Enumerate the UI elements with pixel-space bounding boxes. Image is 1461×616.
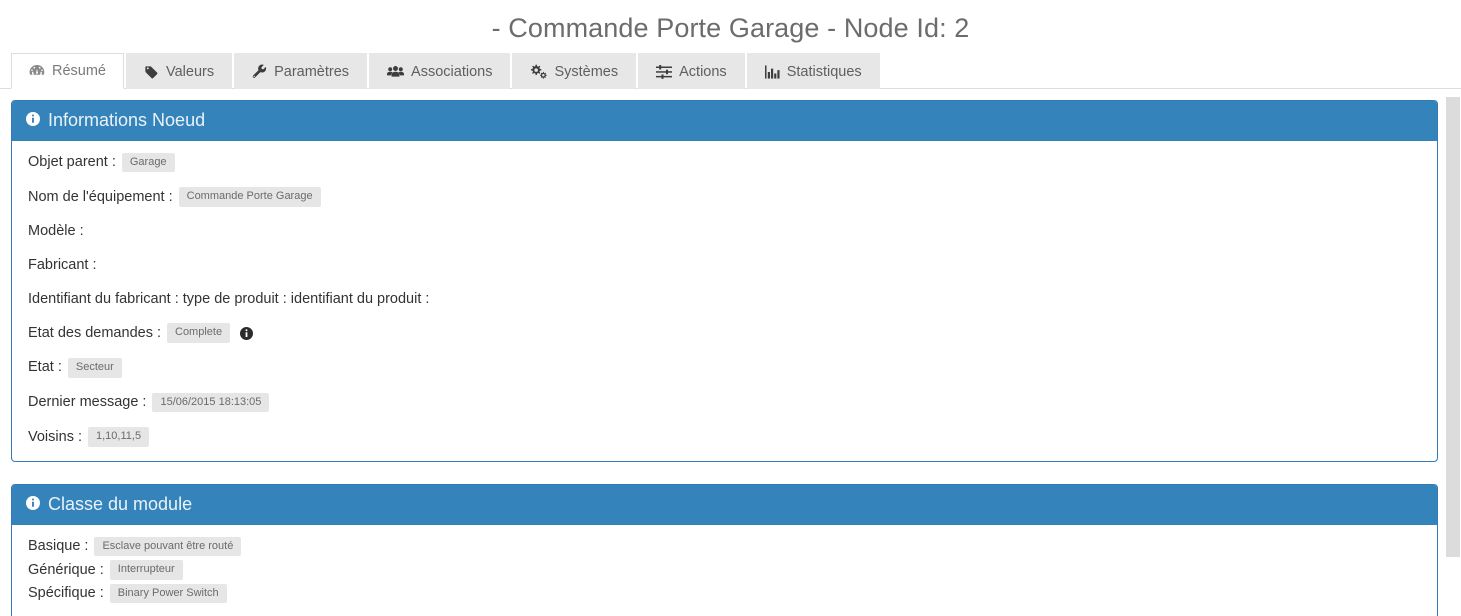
- panel-informations-noeud: Informations Noeud Objet parent : Garage…: [11, 100, 1438, 462]
- dashboard-icon: [29, 64, 45, 78]
- vertical-scrollbar[interactable]: [1445, 89, 1461, 616]
- row-label: Dernier message :: [28, 394, 147, 411]
- row-label: Nom de l'équipement :: [28, 188, 173, 205]
- panel-body-informations-noeud: Objet parent : Garage Nom de l'équipemen…: [12, 141, 1437, 461]
- tab-label: Résumé: [52, 63, 106, 79]
- row-value: 15/06/2015 18:13:05: [152, 392, 270, 413]
- row-nom-equipement: Nom de l'équipement : Commande Porte Gar…: [28, 187, 1421, 207]
- tab-associations[interactable]: Associations: [369, 53, 511, 89]
- row-label: Etat des demandes :: [28, 324, 161, 341]
- row-label: Générique :: [28, 561, 104, 578]
- row-etat-demandes: Etat des demandes : Complete: [28, 323, 1421, 344]
- tab-label: Statistiques: [786, 63, 862, 80]
- tab-label: Actions: [679, 63, 727, 80]
- row-etat: Etat : Secteur: [28, 358, 1421, 378]
- row-label: Voisins :: [28, 428, 82, 445]
- row-specifique: Spécifique : Binary Power Switch: [28, 583, 1421, 604]
- row-modele: Modèle :: [28, 222, 1421, 241]
- row-value: Commande Porte Garage: [178, 187, 321, 207]
- info-circle-icon: [26, 494, 40, 516]
- tab-content-resume: Informations Noeud Objet parent : Garage…: [0, 89, 1461, 616]
- info-circle-icon: [26, 110, 40, 132]
- tab-bar: Résumé Valeurs Paramètres Associations S…: [0, 52, 1461, 89]
- tab-label: Paramètres: [274, 63, 350, 80]
- row-objet-parent: Objet parent : Garage: [28, 152, 1421, 173]
- tab-label: Systèmes: [554, 63, 619, 80]
- info-circle-icon[interactable]: [240, 326, 254, 340]
- bar-chart-icon: [764, 64, 780, 79]
- row-value: Complete: [167, 323, 231, 344]
- row-basique: Basique : Esclave pouvant être routé: [28, 536, 1421, 557]
- row-label: Modèle :: [28, 222, 84, 239]
- tab-resume[interactable]: Résumé: [11, 53, 124, 89]
- tab-systemes[interactable]: Systèmes: [512, 53, 637, 89]
- wrench-icon: [252, 64, 267, 79]
- tab-parametres[interactable]: Paramètres: [234, 53, 368, 89]
- users-icon: [387, 65, 405, 79]
- row-value: Secteur: [67, 358, 122, 378]
- row-label: Identifiant du fabricant : type de produ…: [28, 290, 430, 307]
- panel-classe-du-module: Classe du module Basique : Esclave pouva…: [11, 483, 1438, 616]
- tab-label: Valeurs: [166, 63, 215, 80]
- panel-heading-informations-noeud: Informations Noeud: [12, 101, 1437, 141]
- row-value: Binary Power Switch: [109, 583, 227, 604]
- tab-label: Associations: [411, 63, 493, 80]
- row-value: 1,10,11,5: [88, 427, 150, 447]
- row-label: Spécifique :: [28, 585, 104, 602]
- row-fabricant: Fabricant :: [28, 256, 1421, 275]
- panel-heading-classe-du-module: Classe du module: [12, 484, 1437, 525]
- panel-title: Classe du module: [48, 493, 193, 514]
- sliders-icon: [656, 64, 673, 79]
- page-title: - Commande Porte Garage - Node Id: 2: [491, 13, 970, 43]
- tab-valeurs[interactable]: Valeurs: [126, 53, 233, 89]
- panel-title: Informations Noeud: [48, 110, 206, 130]
- row-dernier-message: Dernier message : 15/06/2015 18:13:05: [28, 392, 1421, 413]
- panel-body-classe-du-module: Basique : Esclave pouvant être routé Gén…: [12, 525, 1437, 616]
- row-label: Basique :: [28, 537, 89, 554]
- row-label: Fabricant :: [28, 256, 97, 273]
- tab-actions[interactable]: Actions: [638, 53, 745, 89]
- row-generique: Générique : Interrupteur: [28, 560, 1421, 580]
- row-label: Objet parent :: [28, 153, 116, 170]
- cogs-icon: [530, 64, 548, 79]
- scrollbar-thumb[interactable]: [1446, 97, 1460, 557]
- tab-statistiques[interactable]: Statistiques: [746, 53, 880, 89]
- tag-icon: [144, 65, 159, 79]
- row-identifiant-fabricant: Identifiant du fabricant : type de produ…: [28, 290, 1421, 309]
- row-label: Etat :: [28, 359, 62, 376]
- row-value: Garage: [121, 152, 175, 173]
- row-voisins: Voisins : 1,10,11,5: [28, 427, 1421, 447]
- row-value: Esclave pouvant être routé: [94, 536, 242, 557]
- row-value: Interrupteur: [109, 560, 183, 580]
